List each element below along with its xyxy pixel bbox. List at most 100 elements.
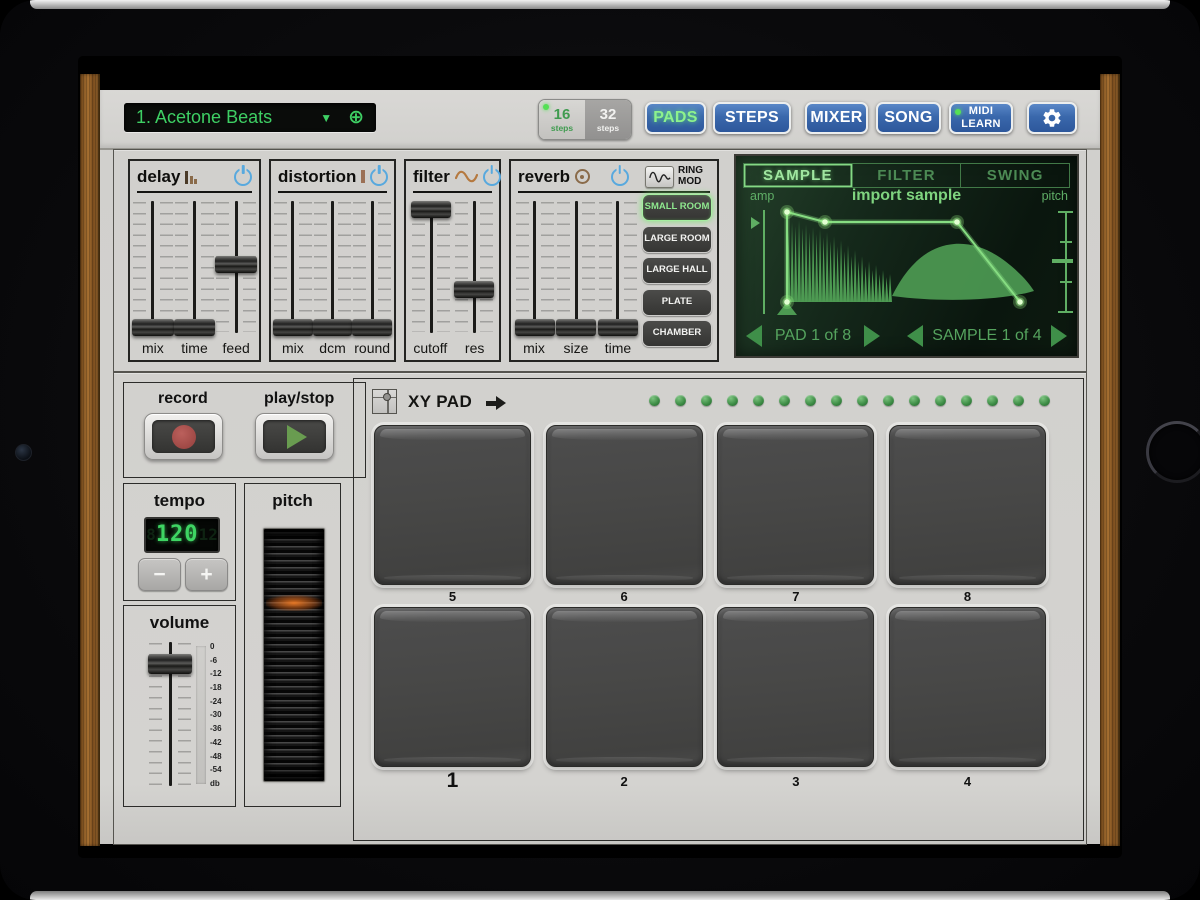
drum-pad-5[interactable] (374, 425, 531, 585)
tempo-decrease-button[interactable]: − (138, 558, 181, 591)
pitch-wheel[interactable] (263, 528, 325, 782)
display-tab-sample[interactable]: SAMPLE (744, 164, 853, 187)
xy-pad-dot-icon (383, 393, 391, 401)
room-label: SMALL ROOM (645, 202, 710, 213)
pad-number-1: 1 (374, 769, 531, 793)
step-led (987, 395, 998, 406)
nav-button-settings[interactable] (1027, 102, 1077, 134)
filter-power-button[interactable] (483, 168, 501, 186)
sample-next-arrow[interactable] (1051, 325, 1067, 347)
filter-cutoff-slider[interactable] (411, 199, 451, 335)
reverb-room-small-room[interactable]: SMALL ROOM (642, 194, 712, 221)
amp-marker-icon[interactable] (751, 217, 760, 229)
slider-ticks (175, 202, 188, 332)
steps-toggle-16[interactable]: 16steps (539, 100, 585, 139)
reverb-room-chamber[interactable]: CHAMBER (642, 320, 712, 347)
nav-button-song[interactable]: SONG (876, 102, 941, 134)
pad-nav-label: PAD 1 of 8 (762, 327, 864, 345)
sample-pitch-slider[interactable] (1052, 212, 1073, 312)
pad-number-7: 7 (717, 589, 874, 604)
slider-track (291, 201, 294, 333)
dropdown-icon[interactable]: ▼ (320, 111, 332, 125)
device-bottom-edge (30, 891, 1170, 900)
distortion-mix-slider[interactable] (273, 199, 313, 335)
distortion-power-button[interactable] (370, 168, 388, 186)
import-sample-button[interactable]: import sample (736, 187, 1077, 205)
slider-track (473, 201, 476, 333)
pitch-panel: pitch (244, 483, 341, 807)
reverb-size-slider[interactable] (556, 199, 596, 335)
nav-button-pads[interactable]: PADS (645, 102, 706, 134)
fx-panel-distortion: distortionmixdcmround (269, 159, 396, 362)
xy-pad-icon[interactable] (372, 389, 397, 414)
pad-prev-arrow[interactable] (746, 325, 762, 347)
slider-ticks (314, 202, 327, 332)
add-preset-icon[interactable]: ⊕ (348, 108, 364, 127)
ipad-photo: 1. Acetone Beats ▼ ⊕ 16steps32steps PADS… (0, 0, 1200, 900)
reverb-time-slider[interactable] (598, 199, 638, 335)
drum-pad-2[interactable] (546, 607, 703, 767)
pad-next-arrow[interactable] (864, 325, 880, 347)
delay-time-slider[interactable] (174, 199, 216, 335)
filter-res-handle[interactable] (454, 281, 494, 298)
delay-mix-slider[interactable] (132, 199, 174, 335)
drum-pad-8[interactable] (889, 425, 1046, 585)
reverb-title: reverb (518, 167, 570, 187)
reverb-room-plate[interactable]: PLATE (642, 289, 712, 316)
delay-time-handle[interactable] (174, 319, 216, 336)
nav-button-steps[interactable]: STEPS (713, 102, 791, 134)
step-led (675, 395, 686, 406)
delay-feed-handle[interactable] (215, 256, 257, 273)
home-button[interactable] (1146, 421, 1200, 483)
waveform (787, 220, 892, 302)
distortion-dcm-handle[interactable] (313, 319, 353, 336)
slider-label-round: round (352, 340, 392, 356)
ring-mod-button[interactable] (645, 166, 674, 188)
sample-nav-label: SAMPLE 1 of 4 (923, 327, 1051, 345)
volume-handle[interactable] (148, 654, 192, 674)
room-label: PLATE (662, 297, 692, 308)
reverb-room-large-room[interactable]: LARGE ROOM (642, 226, 712, 253)
drum-pad-4[interactable] (889, 607, 1046, 767)
tempo-increase-button[interactable]: + (185, 558, 228, 591)
waveform-envelope-editor[interactable] (744, 204, 1073, 318)
record-button[interactable] (144, 413, 223, 460)
display-tab-filter[interactable]: FILTER (853, 164, 962, 187)
distortion-icon (361, 170, 365, 183)
play-stop-button[interactable] (255, 413, 334, 460)
reverb-mix-slider[interactable] (515, 199, 555, 335)
reverb-power-button[interactable] (611, 168, 629, 186)
reverb-mix-handle[interactable] (515, 319, 555, 336)
volume-slider[interactable] (148, 640, 192, 788)
reverb-room-large-hall[interactable]: LARGE HALL (642, 257, 712, 284)
drum-pad-3[interactable] (717, 607, 874, 767)
preset-display[interactable]: 1. Acetone Beats ▼ ⊕ (124, 103, 376, 132)
sample-prev-arrow[interactable] (907, 325, 923, 347)
distortion-round-handle[interactable] (352, 319, 392, 336)
delay-mix-handle[interactable] (132, 319, 174, 336)
steps-value: 32 (600, 107, 617, 122)
distortion-mix-handle[interactable] (273, 319, 313, 336)
drum-pad-1[interactable] (374, 607, 531, 767)
reverb-time-handle[interactable] (598, 319, 638, 336)
reverb-size-handle[interactable] (556, 319, 596, 336)
nav-button-label: MIXER (810, 109, 862, 127)
preset-name: 1. Acetone Beats (136, 107, 320, 128)
transport-panel: record play/stop (123, 382, 366, 478)
delay-power-button[interactable] (234, 168, 252, 186)
top-toolbar: 1. Acetone Beats ▼ ⊕ 16steps32steps PADS… (100, 90, 1100, 150)
slider-ticks (437, 202, 450, 332)
filter-res-slider[interactable] (454, 199, 494, 335)
distortion-round-slider[interactable] (352, 199, 392, 335)
drum-pad-6[interactable] (546, 425, 703, 585)
tab-label: SAMPLE (763, 167, 833, 184)
steps-toggle-32[interactable]: 32steps (585, 100, 631, 139)
nav-button-midi-learn[interactable]: MIDI LEARN (949, 102, 1013, 134)
distortion-dcm-slider[interactable] (313, 199, 353, 335)
display-tab-swing[interactable]: SWING (961, 164, 1069, 187)
pad-number-4: 4 (889, 774, 1046, 789)
drum-pad-7[interactable] (717, 425, 874, 585)
nav-button-mixer[interactable]: MIXER (805, 102, 868, 134)
filter-cutoff-handle[interactable] (411, 201, 451, 218)
delay-feed-slider[interactable] (215, 199, 257, 335)
